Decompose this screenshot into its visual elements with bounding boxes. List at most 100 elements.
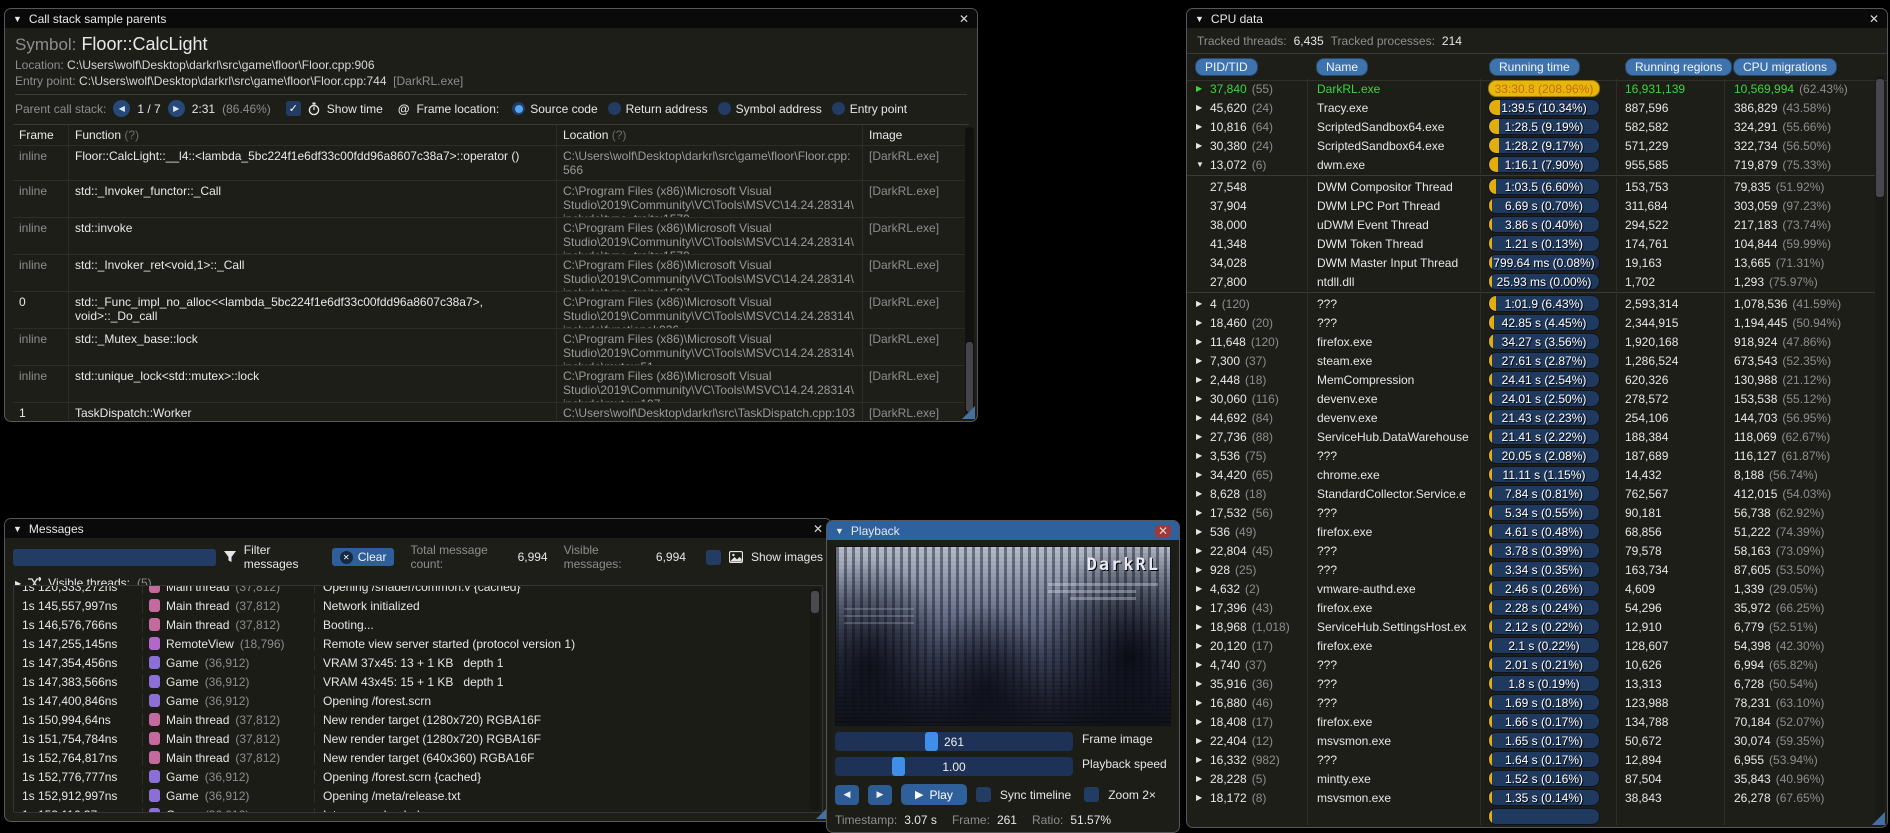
expand-arrow-icon[interactable]: ▶ (1196, 122, 1205, 131)
close-icon[interactable]: ✕ (813, 523, 823, 535)
expand-arrow-icon[interactable]: ▶ (1196, 546, 1205, 555)
playback-titlebar[interactable]: ▼ Playback ✕ (827, 521, 1179, 540)
cpu-table-row[interactable]: 34,028DWM Master Input Thread799.64 ms (… (1187, 253, 1875, 272)
expand-arrow-icon[interactable]: ▶ (1196, 622, 1205, 631)
col-function[interactable]: Function (?) (69, 125, 557, 145)
cpu-scrollbar[interactable] (1875, 77, 1885, 823)
callstack-titlebar[interactable]: ▼ Call stack sample parents ✕ (5, 9, 977, 28)
col-frame[interactable]: Frame (13, 125, 69, 145)
cpu-table-row[interactable]: ▶18,968(1,018)ServiceHub.SettingsHost.ex… (1187, 617, 1875, 636)
expand-arrow-icon[interactable]: ▶ (1196, 508, 1205, 517)
col-image[interactable]: Image (863, 125, 969, 145)
expand-arrow-icon[interactable]: ▶ (1196, 584, 1205, 593)
cpu-table-row[interactable]: ▶37,840(55)DarkRL.exe33:30.8 (208.96%)16… (1187, 79, 1875, 98)
close-icon[interactable]: ✕ (1155, 525, 1171, 537)
cpu-table-row[interactable]: 27,800ntdll.dll25.93 ms (0.00%)1,7021,29… (1187, 272, 1875, 291)
expand-arrow-icon[interactable]: ▶ (1196, 755, 1205, 764)
cpu-table-row[interactable]: ▶3,536(75)???20.05 s (2.08%)187,689116,1… (1187, 446, 1875, 465)
expand-arrow-icon[interactable]: ▶ (1196, 394, 1205, 403)
show-time-checkbox[interactable] (286, 101, 301, 116)
radio-icon[interactable] (718, 102, 731, 115)
message-row[interactable]: 1s 120,333,272nsMain thread(37,812)Openi… (14, 585, 822, 596)
expand-arrow-icon[interactable]: ▶ (1196, 698, 1205, 707)
collapse-icon[interactable]: ▼ (13, 14, 22, 24)
radio-icon[interactable] (512, 102, 525, 115)
cpu-table-row[interactable]: ▶16,880(46)???1.69 s (0.18%)123,98878,23… (1187, 693, 1875, 712)
cpu-table-row[interactable]: ▶928(25)???3.34 s (0.35%)163,73487,605(5… (1187, 560, 1875, 579)
cpu-table-row[interactable]: 27,548DWM Compositor Thread1:03.5 (6.60%… (1187, 177, 1875, 196)
cpu-table-row[interactable]: ▶11,648(120)firefox.exe34.27 s (3.56%)1,… (1187, 332, 1875, 351)
expand-arrow-icon[interactable]: ▶ (1196, 337, 1205, 346)
cpu-table-row[interactable]: 37,904DWM LPC Port Thread6.69 s (0.70%)3… (1187, 196, 1875, 215)
callstack-table-row[interactable]: inlinestd::_Invoker_functor::_CallC:\Pro… (13, 181, 969, 218)
cpu-sort-button-name[interactable]: Name (1316, 58, 1368, 76)
cpu-table-row[interactable]: ▶16,332(982)???1.64 s (0.17%)12,8946,955… (1187, 750, 1875, 769)
expand-arrow-icon[interactable]: ▶ (1196, 141, 1205, 150)
frame-location-option[interactable]: Source code (512, 102, 597, 116)
cpu-table-row[interactable]: ▶4,632(2)vmware-authd.exe2.46 s (0.26%)4… (1187, 579, 1875, 598)
next-frame-button[interactable]: ▶ (868, 785, 892, 805)
cpu-table-row[interactable]: ▼13,072(6)dwm.exe1:16.1 (7.90%)955,58571… (1187, 155, 1875, 174)
frame-location-option[interactable]: Entry point (832, 102, 907, 116)
cpu-table-row[interactable]: ▶30,060(116)devenv.exe24.01 s (2.50%)278… (1187, 389, 1875, 408)
expand-arrow-icon[interactable]: ▶ (1196, 356, 1205, 365)
callstack-table-header[interactable]: Frame Function (?) Location (?) Image (13, 125, 969, 146)
frame-image-slider[interactable]: 261 (835, 732, 1073, 751)
collapse-arrow-icon[interactable]: ▼ (1196, 160, 1205, 169)
cpu-table-row[interactable]: ▶34,420(65)chrome.exe11.11 s (1.15%)14,4… (1187, 465, 1875, 484)
cpu-table-row[interactable]: ▶2,448(18)MemCompression24.41 s (2.54%)6… (1187, 370, 1875, 389)
cpu-table-row[interactable]: ▶18,408(17)firefox.exe1.66 s (0.17%)134,… (1187, 712, 1875, 731)
collapse-icon[interactable]: ▼ (1195, 14, 1204, 24)
callstack-table-row[interactable]: 0std::_Func_impl_no_alloc<<lambda_5bc224… (13, 292, 969, 329)
cpu-table-row[interactable]: ▶17,532(56)???5.34 s (0.55%)90,18156,738… (1187, 503, 1875, 522)
frame-location-option[interactable]: Return address (608, 102, 708, 116)
cpu-table-row[interactable]: ▶20,120(17)firefox.exe2.1 s (0.22%)128,6… (1187, 636, 1875, 655)
message-row[interactable]: 1s 152,912,997nsGame(36,912)Opening /met… (14, 786, 822, 805)
filter-input[interactable] (13, 549, 216, 566)
expand-arrow-icon[interactable]: ▶ (1196, 84, 1205, 93)
next-frame-button[interactable]: ▶ (168, 100, 185, 117)
cpu-table-row[interactable]: ▶28,228(5)mintty.exe1.52 s (0.16%)87,504… (1187, 769, 1875, 788)
slider-grab[interactable] (892, 757, 905, 776)
cpu-table-row[interactable] (1187, 807, 1875, 825)
expand-arrow-icon[interactable]: ▶ (1196, 774, 1205, 783)
expand-arrow-icon[interactable]: ▶ (1196, 375, 1205, 384)
callstack-table-row[interactable]: inlinestd::_Invoker_ret<void,1>::_CallC:… (13, 255, 969, 292)
callstack-table-row[interactable]: inlineFloor::CalcLight::__l4::<lambda_5b… (13, 146, 969, 181)
expand-arrow-icon[interactable]: ▶ (1196, 641, 1205, 650)
message-row[interactable]: 1s 147,400,846nsGame(36,912)Opening /for… (14, 691, 822, 710)
cpu-table-row[interactable]: 41,348DWM Token Thread1.21 s (0.13%)174,… (1187, 234, 1875, 253)
expand-arrow-icon[interactable]: ▶ (1196, 318, 1205, 327)
playback-speed-slider[interactable]: 1.00 (835, 757, 1073, 776)
message-row[interactable]: 1s 152,776,777nsGame(36,912)Opening /for… (14, 767, 822, 786)
cpu-table-row[interactable]: ▶35,916(36)???1.8 s (0.19%)13,3136,728(5… (1187, 674, 1875, 693)
cpu-sort-button-cpu-migrations[interactable]: CPU migrations (1733, 58, 1837, 76)
cpu-table-row[interactable]: ▶536(49)firefox.exe4.61 s (0.48%)68,8565… (1187, 522, 1875, 541)
message-row[interactable]: 1s 153,116,37nsGame(36,912)Intro menu lo… (14, 805, 822, 813)
message-row[interactable]: 1s 152,764,817nsMain thread(37,812)New r… (14, 748, 822, 767)
message-row[interactable]: 1s 147,383,566nsGame(36,912)VRAM 43x45: … (14, 672, 822, 691)
expand-arrow-icon[interactable]: ▶ (1196, 489, 1205, 498)
cpu-table-row[interactable]: ▶17,396(43)firefox.exe2.28 s (0.24%)54,2… (1187, 598, 1875, 617)
close-icon[interactable]: ✕ (1869, 13, 1879, 25)
cpu-sort-button-running-time[interactable]: Running time (1489, 58, 1580, 76)
message-row[interactable]: 1s 145,557,997nsMain thread(37,812)Netwo… (14, 596, 822, 615)
callstack-table-row[interactable]: inlinestd::unique_lock<std::mutex>::lock… (13, 366, 969, 403)
messages-titlebar[interactable]: ▼ Messages ✕ (5, 519, 831, 538)
play-button[interactable]: ▶ Play (901, 784, 967, 805)
sync-timeline-checkbox[interactable] (976, 787, 991, 802)
cpu-table-row[interactable]: ▶4(120)???1:01.9 (6.43%)2,593,3141,078,5… (1187, 294, 1875, 313)
prev-frame-button[interactable]: ◀ (113, 100, 130, 117)
message-row[interactable]: 1s 147,354,456nsGame(36,912)VRAM 37x45: … (14, 653, 822, 672)
expand-arrow-icon[interactable]: ▶ (1196, 470, 1205, 479)
expand-arrow-icon[interactable]: ▶ (1196, 679, 1205, 688)
expand-arrow-icon[interactable]: ▶ (1196, 103, 1205, 112)
callstack-table-row[interactable]: 1TaskDispatch::WorkerC:\Users\wolf\Deskt… (13, 403, 969, 422)
cpu-table-row[interactable]: ▶10,816(64)ScriptedSandbox64.exe1:28.5 (… (1187, 117, 1875, 136)
close-icon[interactable]: ✕ (959, 13, 969, 25)
cpu-table-row[interactable]: ▶4,740(37)???2.01 s (0.21%)10,6266,994(6… (1187, 655, 1875, 674)
message-row[interactable]: 1s 150,994,64nsMain thread(37,812)New re… (14, 710, 822, 729)
cpu-table-row[interactable]: ▶8,628(18)StandardCollector.Service.e7.8… (1187, 484, 1875, 503)
expand-arrow-icon[interactable]: ▶ (1196, 413, 1205, 422)
radio-icon[interactable] (832, 102, 845, 115)
